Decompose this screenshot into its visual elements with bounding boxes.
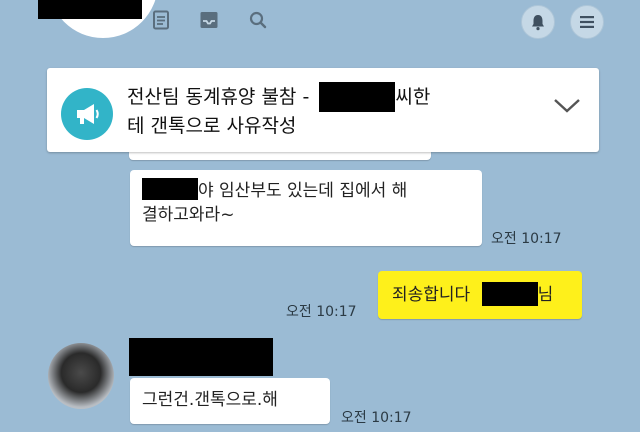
menu-button[interactable] xyxy=(570,5,604,39)
notification-button[interactable] xyxy=(521,5,555,39)
menu-icon xyxy=(580,16,594,28)
sender-avatar[interactable] xyxy=(48,343,114,409)
message-text: 죄송합니다 xyxy=(392,285,471,305)
message-bubble: 야 임산부도 있는데 집에서 해 결하고와라~ xyxy=(130,170,482,246)
message-text: 야 임산부도 있는데 집에서 해 xyxy=(198,181,408,201)
notice-line-1-end: 씨한 xyxy=(395,86,431,108)
document-icon[interactable] xyxy=(151,10,171,30)
redacted-name xyxy=(319,82,396,112)
redacted-chat-name xyxy=(38,0,142,19)
message-time: 오전 10:17 xyxy=(286,304,357,320)
message-text: 그런건.갠톡으로.해 xyxy=(142,390,278,410)
message-line-2: 결하고와라~ xyxy=(142,205,235,225)
message-time: 오전 10:17 xyxy=(341,410,412,426)
message-bubble: 그런건.갠톡으로.해 xyxy=(130,378,330,424)
notice-line-2: 테 갠톡으로 사유작성 xyxy=(127,115,297,137)
chevron-down-icon[interactable] xyxy=(552,95,582,115)
notice-line-1-start: 전산팀 동계휴양 불참 - xyxy=(127,86,310,108)
search-icon[interactable] xyxy=(248,10,268,30)
message-text-suffix: 님 xyxy=(537,285,554,305)
chat-header xyxy=(0,0,640,48)
message-line-1: 야 임산부도 있는데 집에서 해 xyxy=(142,178,470,203)
megaphone-icon xyxy=(61,88,113,140)
redacted-name xyxy=(142,178,198,200)
redacted-sender-name xyxy=(129,338,273,376)
pinned-notice[interactable]: 전산팀 동계휴양 불참 - 씨한 테 갠톡으로 사유작성 xyxy=(47,68,599,152)
bell-icon xyxy=(532,15,544,31)
tray-icon[interactable] xyxy=(199,10,219,30)
notice-text: 전산팀 동계휴양 불참 - 씨한 테 갠톡으로 사유작성 xyxy=(127,82,507,140)
message-time: 오전 10:17 xyxy=(491,231,562,247)
my-message-bubble: 죄송합니다 님 xyxy=(378,271,582,319)
redacted-name xyxy=(481,282,538,306)
notice-line-1: 전산팀 동계휴양 불참 - 씨한 xyxy=(127,82,507,112)
